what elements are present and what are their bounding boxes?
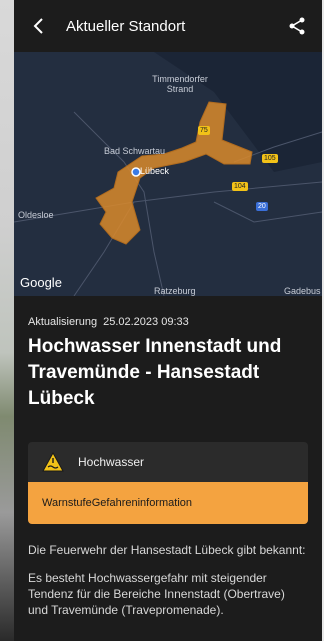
warning-map[interactable]: Timmendorfer Strand Bad Schwartau Lübeck… [14, 52, 322, 296]
warning-level-label: Warnstufe [42, 497, 92, 509]
map-label-ratzeburg: Ratzeburg [154, 286, 196, 296]
alert-content: Aktualisierung 25.02.2023 09:33 Hochwasse… [14, 296, 322, 618]
back-arrow-icon[interactable] [28, 15, 50, 37]
warning-level-value: Gefahreninformation [91, 497, 193, 509]
road-badge-104: 104 [232, 182, 248, 191]
update-label: Aktualisierung [28, 316, 98, 328]
phone-screen: Aktueller Standort Timmendorfer Strand B… [14, 0, 322, 641]
alert-headline: Hochwasser Innenstadt und Travemünde - H… [28, 336, 282, 409]
page-title: Aktueller Standort [66, 17, 186, 35]
warning-type: Hochwasser [78, 455, 145, 469]
photo-frame: Aktueller Standort Timmendorfer Strand B… [0, 0, 324, 641]
share-icon[interactable] [286, 15, 308, 37]
map-label-gadebus: Gadebus [284, 286, 321, 296]
description-paragraph: Es besteht Hochwassergefahr mit steigend… [28, 571, 285, 617]
map-label-timmendorfer: Timmendorfer Strand [152, 74, 208, 94]
road-badge-20: 20 [256, 202, 268, 211]
warning-type-row: Hochwasser [28, 442, 308, 482]
app-bar: Aktueller Standort [14, 0, 322, 52]
warning-level-bar: Warnstufe Gefahreninformation [28, 482, 308, 524]
description-paragraph: Die Feuerwehr der Hansestadt Lübeck gibt… [28, 543, 306, 557]
map-label-bad-schwartau: Bad Schwartau [104, 146, 166, 156]
map-label-oldesloe: Oldesloe [18, 210, 54, 220]
road-badge-105: 105 [262, 154, 278, 163]
map-label-luebeck: Lübeck [140, 166, 170, 176]
google-logo: Google [20, 275, 62, 290]
alert-description: Die Feuerwehr der Hansestadt Lübeck gibt… [28, 542, 308, 618]
update-info: Aktualisierung 25.02.2023 09:33 [28, 316, 308, 328]
warning-card: Hochwasser Warnstufe Gefahreninformation [28, 442, 308, 524]
road-badge-75: 75 [198, 126, 210, 135]
flood-warning-icon [42, 451, 64, 472]
update-timestamp: 25.02.2023 09:33 [103, 316, 189, 328]
